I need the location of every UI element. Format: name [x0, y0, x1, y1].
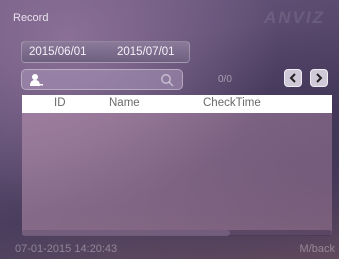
status-bar: 07-01-2015 14:20:43 M/back	[0, 238, 339, 259]
next-page-button[interactable]	[310, 69, 328, 87]
date-range-field[interactable]: 2015/06/01 2015/07/01	[21, 41, 190, 63]
start-date[interactable]: 2015/06/01	[29, 46, 87, 58]
end-date[interactable]: 2015/07/01	[117, 46, 175, 58]
brand-logo: ANVIZ	[264, 8, 325, 27]
current-datetime: 07-01-2015 14:20:43	[15, 243, 118, 255]
previous-page-button[interactable]	[284, 69, 302, 87]
user-id-icon	[30, 74, 43, 86]
search-input[interactable]	[21, 69, 183, 90]
title-bar: Record ANVIZ	[0, 0, 339, 34]
record-counter: 0/0	[218, 74, 232, 85]
table-header: ID Name CheckTime	[22, 95, 332, 113]
page-title: Record	[13, 12, 49, 24]
column-header-id: ID	[54, 97, 66, 109]
records-table: ID Name CheckTime	[22, 95, 332, 235]
column-header-checktime: CheckTime	[203, 97, 261, 109]
table-body	[22, 113, 332, 235]
chevron-right-icon	[316, 73, 323, 83]
scrollbar-thumb[interactable]	[22, 230, 230, 236]
back-hint[interactable]: M/back	[300, 243, 335, 255]
horizontal-scrollbar[interactable]	[22, 230, 332, 236]
column-header-name: Name	[109, 97, 140, 109]
magnifier-icon	[161, 74, 174, 87]
chevron-left-icon	[289, 73, 296, 83]
